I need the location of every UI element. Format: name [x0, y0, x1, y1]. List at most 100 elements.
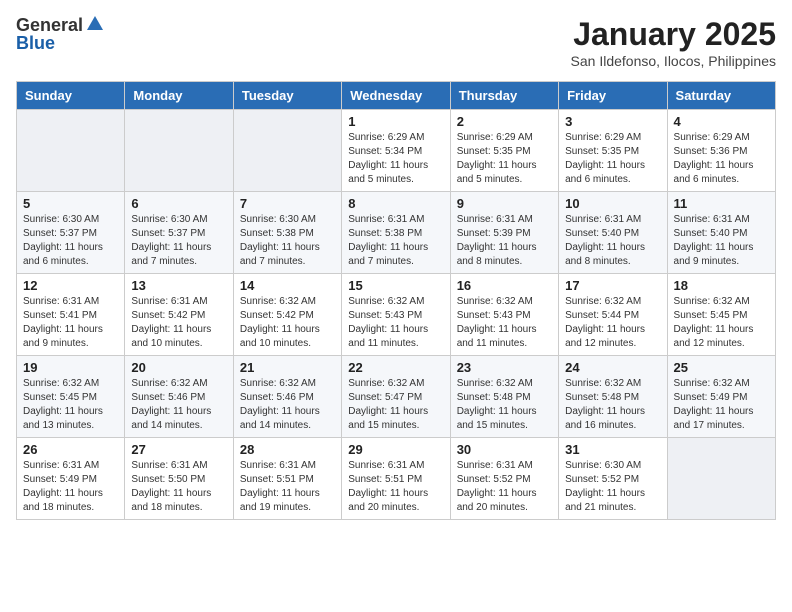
day-number: 19: [23, 360, 118, 375]
day-number: 23: [457, 360, 552, 375]
day-cell: 8Sunrise: 6:31 AMSunset: 5:38 PMDaylight…: [342, 192, 450, 274]
day-info: Sunrise: 6:31 AMSunset: 5:51 PMDaylight:…: [348, 459, 443, 515]
day-cell: 1 Sunrise: 6:29 AMSunset: 5:34 PMDaylight…: [342, 110, 450, 192]
day-info: Sunrise: 6:31 AMSunset: 5:40 PMDaylight:…: [565, 213, 660, 269]
day-number: 3: [565, 114, 660, 129]
day-number: 18: [674, 278, 769, 293]
day-info: Sunrise: 6:32 AMSunset: 5:48 PMDaylight:…: [565, 377, 660, 433]
day-info: Sunrise: 6:29 AMSunset: 5:35 PMDaylight:…: [457, 131, 552, 187]
day-info: Sunrise: 6:31 AMSunset: 5:39 PMDaylight:…: [457, 213, 552, 269]
day-number: 17: [565, 278, 660, 293]
day-info: Sunrise: 6:32 AMSunset: 5:43 PMDaylight:…: [348, 295, 443, 351]
day-cell: 15 Sunrise: 6:32 AMSunset: 5:43 PMDayligh…: [342, 274, 450, 356]
day-info: Sunrise: 6:32 AMSunset: 5:48 PMDaylight:…: [457, 377, 552, 433]
day-number: 11: [674, 196, 769, 211]
day-info: Sunrise: 6:32 AMSunset: 5:49 PMDaylight:…: [674, 377, 769, 433]
day-cell: 13Sunrise: 6:31 AMSunset: 5:42 PMDayligh…: [125, 274, 233, 356]
day-cell: 31Sunrise: 6:30 AMSunset: 5:52 PMDayligh…: [559, 438, 667, 520]
day-number: 9: [457, 196, 552, 211]
main-title: January 2025: [571, 16, 776, 53]
day-number: 25: [674, 360, 769, 375]
day-info: Sunrise: 6:32 AMSunset: 5:42 PMDaylight:…: [240, 295, 335, 351]
day-cell: 3 Sunrise: 6:29 AMSunset: 5:35 PMDaylight…: [559, 110, 667, 192]
day-cell: 21 Sunrise: 6:32 AMSunset: 5:46 PMDayligh…: [233, 356, 341, 438]
weekday-header-tuesday: Tuesday: [233, 82, 341, 110]
logo: General Blue: [16, 16, 105, 54]
day-info: Sunrise: 6:32 AMSunset: 5:46 PMDaylight:…: [131, 377, 226, 433]
day-cell: [667, 438, 775, 520]
weekday-header-monday: Monday: [125, 82, 233, 110]
day-info: Sunrise: 6:29 AMSunset: 5:36 PMDaylight:…: [674, 131, 769, 187]
day-number: 28: [240, 442, 335, 457]
day-info: Sunrise: 6:31 AMSunset: 5:49 PMDaylight:…: [23, 459, 118, 515]
week-row-5: 26 Sunrise: 6:31 AMSunset: 5:49 PMDayligh…: [17, 438, 776, 520]
weekday-header-sunday: Sunday: [17, 82, 125, 110]
day-cell: [233, 110, 341, 192]
day-info: Sunrise: 6:31 AMSunset: 5:51 PMDaylight:…: [240, 459, 335, 515]
day-info: Sunrise: 6:30 AMSunset: 5:38 PMDaylight:…: [240, 213, 335, 269]
day-cell: [17, 110, 125, 192]
day-number: 16: [457, 278, 552, 293]
day-number: 21: [240, 360, 335, 375]
day-cell: 11Sunrise: 6:31 AMSunset: 5:40 PMDayligh…: [667, 192, 775, 274]
day-cell: 4 Sunrise: 6:29 AMSunset: 5:36 PMDaylight…: [667, 110, 775, 192]
day-cell: 10 Sunrise: 6:31 AMSunset: 5:40 PMDayligh…: [559, 192, 667, 274]
day-cell: 28 Sunrise: 6:31 AMSunset: 5:51 PMDayligh…: [233, 438, 341, 520]
day-number: 26: [23, 442, 118, 457]
day-cell: 29 Sunrise: 6:31 AMSunset: 5:51 PMDayligh…: [342, 438, 450, 520]
day-info: Sunrise: 6:31 AMSunset: 5:42 PMDaylight:…: [131, 295, 226, 351]
page-header: General Blue January 2025 San Ildefonso,…: [16, 16, 776, 69]
day-cell: 22 Sunrise: 6:32 AMSunset: 5:47 PMDayligh…: [342, 356, 450, 438]
week-row-2: 5 Sunrise: 6:30 AMSunset: 5:37 PMDaylight…: [17, 192, 776, 274]
logo-icon: [85, 14, 105, 34]
day-cell: 20 Sunrise: 6:32 AMSunset: 5:46 PMDayligh…: [125, 356, 233, 438]
day-cell: [125, 110, 233, 192]
day-number: 4: [674, 114, 769, 129]
day-cell: 18 Sunrise: 6:32 AMSunset: 5:45 PMDayligh…: [667, 274, 775, 356]
subtitle: San Ildefonso, Ilocos, Philippines: [571, 53, 776, 69]
logo-general: General: [16, 16, 83, 34]
day-cell: 14Sunrise: 6:32 AMSunset: 5:42 PMDayligh…: [233, 274, 341, 356]
day-cell: 25 Sunrise: 6:32 AMSunset: 5:49 PMDayligh…: [667, 356, 775, 438]
day-info: Sunrise: 6:31 AMSunset: 5:41 PMDaylight:…: [23, 295, 118, 351]
day-info: Sunrise: 6:31 AMSunset: 5:52 PMDaylight:…: [457, 459, 552, 515]
weekday-header-thursday: Thursday: [450, 82, 558, 110]
day-info: Sunrise: 6:32 AMSunset: 5:45 PMDaylight:…: [674, 295, 769, 351]
day-info: Sunrise: 6:32 AMSunset: 5:43 PMDaylight:…: [457, 295, 552, 351]
weekday-header-saturday: Saturday: [667, 82, 775, 110]
weekday-header-wednesday: Wednesday: [342, 82, 450, 110]
week-row-1: 1 Sunrise: 6:29 AMSunset: 5:34 PMDaylight…: [17, 110, 776, 192]
day-info: Sunrise: 6:32 AMSunset: 5:47 PMDaylight:…: [348, 377, 443, 433]
day-info: Sunrise: 6:31 AMSunset: 5:38 PMDaylight:…: [348, 213, 443, 269]
day-number: 20: [131, 360, 226, 375]
day-cell: 26 Sunrise: 6:31 AMSunset: 5:49 PMDayligh…: [17, 438, 125, 520]
day-info: Sunrise: 6:30 AMSunset: 5:37 PMDaylight:…: [23, 213, 118, 269]
day-number: 29: [348, 442, 443, 457]
day-info: Sunrise: 6:30 AMSunset: 5:37 PMDaylight:…: [131, 213, 226, 269]
day-number: 5: [23, 196, 118, 211]
day-number: 24: [565, 360, 660, 375]
day-info: Sunrise: 6:30 AMSunset: 5:52 PMDaylight:…: [565, 459, 660, 515]
day-cell: 12 Sunrise: 6:31 AMSunset: 5:41 PMDayligh…: [17, 274, 125, 356]
day-cell: 17Sunrise: 6:32 AMSunset: 5:44 PMDayligh…: [559, 274, 667, 356]
week-row-3: 12 Sunrise: 6:31 AMSunset: 5:41 PMDayligh…: [17, 274, 776, 356]
day-info: Sunrise: 6:31 AMSunset: 5:50 PMDaylight:…: [131, 459, 226, 515]
day-number: 10: [565, 196, 660, 211]
day-cell: 5 Sunrise: 6:30 AMSunset: 5:37 PMDaylight…: [17, 192, 125, 274]
day-number: 15: [348, 278, 443, 293]
logo-blue: Blue: [16, 33, 55, 53]
day-cell: 6 Sunrise: 6:30 AMSunset: 5:37 PMDaylight…: [125, 192, 233, 274]
day-info: Sunrise: 6:29 AMSunset: 5:35 PMDaylight:…: [565, 131, 660, 187]
day-info: Sunrise: 6:32 AMSunset: 5:45 PMDaylight:…: [23, 377, 118, 433]
weekday-header-row: SundayMondayTuesdayWednesdayThursdayFrid…: [17, 82, 776, 110]
weekday-header-friday: Friday: [559, 82, 667, 110]
day-info: Sunrise: 6:29 AMSunset: 5:34 PMDaylight:…: [348, 131, 443, 187]
day-info: Sunrise: 6:32 AMSunset: 5:46 PMDaylight:…: [240, 377, 335, 433]
day-number: 22: [348, 360, 443, 375]
day-number: 12: [23, 278, 118, 293]
day-cell: 7Sunrise: 6:30 AMSunset: 5:38 PMDaylight…: [233, 192, 341, 274]
day-number: 6: [131, 196, 226, 211]
week-row-4: 19 Sunrise: 6:32 AMSunset: 5:45 PMDayligh…: [17, 356, 776, 438]
day-cell: 16 Sunrise: 6:32 AMSunset: 5:43 PMDayligh…: [450, 274, 558, 356]
day-number: 1: [348, 114, 443, 129]
